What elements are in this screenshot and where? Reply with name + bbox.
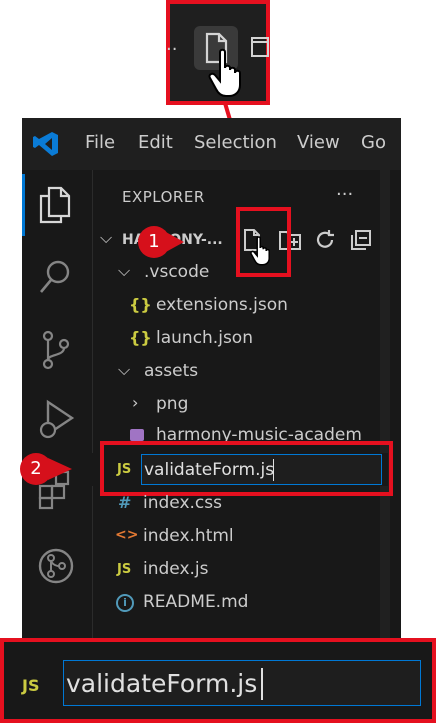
tree-row-launch-json[interactable]: {} launch.json [92,323,388,356]
tree-row-assets[interactable]: ⌵ assets [92,356,388,389]
js-file-icon: JS [117,562,132,577]
chevron-down-icon: ⌵ [100,228,113,247]
js-file-icon-zoomed: JS [22,676,40,695]
activity-active-indicator [22,174,25,236]
css-file-icon: # [118,493,132,512]
explorer-icon[interactable] [37,186,73,226]
tree-label: index.html [143,526,234,546]
new-file-name-input-zoomed[interactable]: validateForm.js [63,660,421,706]
image-file-icon [130,429,144,441]
tree-row-index-css[interactable]: # index.css [92,488,388,521]
explorer-title: EXPLORER [122,188,205,206]
tree-row-vscode[interactable]: ⌵ .vscode [92,257,388,290]
chevron-down-icon: ⌵ [118,360,131,379]
tree-label: index.css [143,493,222,513]
tree-label: extensions.json [156,295,288,315]
run-debug-icon[interactable] [36,398,76,444]
tree-row-index-js[interactable]: JS index.js [92,554,388,587]
menu-selection[interactable]: Selection [194,132,277,153]
tree-label: launch.json [156,328,253,348]
tree-row-png[interactable]: › png [92,389,388,422]
search-icon[interactable] [38,258,74,298]
chevron-down-icon: ⌵ [118,261,131,280]
callout-arrow-2 [48,458,72,480]
tree-label: assets [144,361,199,381]
refresh-icon[interactable] [313,228,337,252]
tree-row-extensions-json[interactable]: {} extensions.json [92,290,388,323]
menu-edit[interactable]: Edit [138,132,173,153]
new-file-name-value-zoomed: validateForm.js [66,669,258,698]
json-icon: {} [129,295,152,314]
menu-view[interactable]: View [297,132,340,153]
html-file-icon: <> [115,527,139,543]
menu-go[interactable]: Go [361,132,386,153]
source-control-icon[interactable] [40,330,72,370]
menu-file[interactable]: File [85,132,115,153]
tree-row-readme[interactable]: i README.md [92,587,388,620]
json-icon: {} [129,328,152,347]
tree-label: README.md [143,592,249,612]
text-caret-zoomed [261,668,263,700]
zoom-box-new-file-input: JS validateForm.js [0,638,436,723]
explorer-more-button[interactable]: ··· [336,184,353,205]
tree-label: png [156,394,189,414]
tree-label: index.js [143,559,209,579]
collapse-all-icon[interactable] [349,228,373,252]
tree-row-index-html[interactable]: <> index.html [92,521,388,554]
info-icon: i [116,594,134,612]
vscode-logo-icon [33,132,58,156]
tree-label: .vscode [144,262,210,282]
callout-arrow-1 [164,231,184,253]
chevron-right-icon: › [132,393,139,412]
git-graph-icon[interactable] [37,547,75,585]
